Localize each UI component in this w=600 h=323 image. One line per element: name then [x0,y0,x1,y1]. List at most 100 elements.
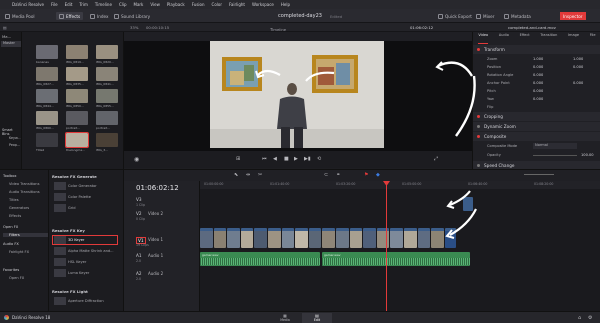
transform-y-value[interactable]: 0.000 [573,81,583,85]
opacity-slider[interactable] [533,155,577,156]
inspector-tab-transition[interactable]: Transition [540,33,557,44]
track-header[interactable]: A1 Audio 1 2.0 [124,251,200,265]
composite-mode-select[interactable]: Normal [533,143,577,149]
video-clip[interactable] [281,228,295,248]
link-icon[interactable]: ⚭ [336,172,340,178]
video-clip[interactable] [254,228,267,248]
fx-item[interactable]: Luma Keyer [68,271,89,275]
fx-item[interactable]: Aperture Diffraction [68,299,104,303]
fx-audiofx[interactable]: Audio FX [3,242,19,246]
menu-timeline[interactable]: Timeline [95,2,112,7]
media-clip-thumbnail[interactable] [36,89,58,103]
disabled-dot-icon[interactable] [477,164,480,167]
mixer-button[interactable]: Mixer [476,12,494,20]
bin-master[interactable]: Master [1,41,21,47]
zoom-slider[interactable] [524,174,554,175]
video-clip[interactable] [200,228,213,248]
video-clip[interactable] [227,228,240,248]
inspector-tab-effect[interactable]: Effect [520,33,530,44]
menu-trim[interactable]: Trim [79,2,88,7]
media-clip-thumbnail[interactable] [66,45,88,59]
composite-section[interactable]: Composite [473,132,600,141]
quick-export-button[interactable]: Quick Export [438,12,472,20]
audio-clip-2[interactable]: gamer.wav [322,252,470,266]
track-id[interactable]: A1 [136,253,142,258]
fullscreen-icon[interactable]: ⤢ [434,156,438,162]
track-header[interactable]: V1 Video 1 19 Clips [124,235,200,249]
fx-fairlightfx[interactable]: Fairlight FX [9,250,29,254]
video-clip[interactable] [363,228,376,248]
fx-toolbox[interactable]: Toolbox [3,174,16,178]
media-clip-thumbnail[interactable] [96,111,118,125]
metadata-button[interactable]: Metadata [504,12,531,20]
audio-clip-1[interactable]: gamer.wav [200,252,320,266]
video-clip[interactable] [322,228,335,248]
media-clip-thumbnail[interactable] [66,89,88,103]
transform-y-value[interactable]: 0.000 [573,65,583,69]
smart-bin-keywords[interactable]: Keyw... [9,136,21,140]
video-clip[interactable] [308,228,322,248]
transform-x-value[interactable]: 0.000 [533,73,543,77]
blade-tool-icon[interactable]: ✂ [258,172,262,178]
viewer[interactable] [124,41,472,151]
fx-openfx[interactable]: Open FX [3,225,18,229]
fx-filters[interactable]: Filters [3,233,48,237]
transform-x-value[interactable]: 0.000 [533,65,543,69]
media-clip-thumbnail[interactable] [96,45,118,59]
menu-edit[interactable]: Edit [65,2,73,7]
media-clip-thumbnail[interactable] [36,45,58,59]
menu-mark[interactable]: Mark [134,2,144,7]
transform-x-value[interactable]: 0.000 [533,97,543,101]
viewer-options-icon[interactable]: ◉ [134,156,139,163]
cropping-section[interactable]: Cropping [473,112,600,121]
transform-x-value[interactable]: 0.000 [533,89,543,93]
media-clip-thumbnail[interactable] [96,67,118,81]
fx-item[interactable]: HSL Keyer [68,260,86,264]
opacity-value[interactable]: 100.00 [581,153,594,157]
trim-tool-icon[interactable]: ⇹ [246,172,250,178]
menu-color[interactable]: Color [212,2,222,7]
play-icon[interactable]: ▶ [294,156,298,162]
menu-fusion[interactable]: Fusion [192,2,205,7]
video-clip[interactable] [336,228,349,248]
video-clip[interactable] [240,228,254,248]
inspector-tab-image[interactable]: Image [568,33,579,44]
match-frame-icon[interactable]: ⊞ [236,156,240,162]
menu-workspace[interactable]: Workspace [252,2,274,7]
loop-icon[interactable]: ⟲ [317,156,321,162]
fx-item[interactable]: Color Generator [68,184,97,188]
fx-favorites-item[interactable]: Open FX [9,276,24,280]
selection-tool-icon[interactable]: ⬉ [234,172,238,178]
smart-bin-people[interactable]: Peop... [9,143,20,147]
track-header[interactable]: V3 1 Clip [124,195,200,209]
fx-generators[interactable]: Generators [9,206,29,210]
fx-item[interactable]: Alpha Matte Shrink and... [68,249,114,253]
flag-icon[interactable]: ⚑ [364,172,368,178]
video-clip[interactable] [349,228,363,248]
fx-effects[interactable]: Effects [9,214,21,218]
fx-item[interactable]: 3D Keyer [68,238,84,242]
settings-gear-icon[interactable]: ⚙ [588,315,592,321]
timeline-tracks[interactable]: 01:00:00:00 01:01:40:00 01:03:20:00 01:05:0… [200,181,600,312]
fx-video-transitions[interactable]: Video Transitions [9,182,39,186]
fx-favorites[interactable]: Favorites [3,268,19,272]
step-back-icon[interactable]: ◀ [273,156,277,162]
go-to-start-icon[interactable]: ⏮ [262,156,267,162]
media-clip-thumbnail[interactable] [96,89,118,103]
list-view-icon[interactable]: ▤ [3,25,7,30]
page-media[interactable]: ▦ Media [270,313,300,323]
video-clip[interactable] [268,228,281,248]
transform-x-value[interactable]: 0.000 [533,81,543,85]
track-header[interactable]: V2 Video 20 Clip [124,209,200,223]
snapping-icon[interactable]: ⊂ [324,172,328,178]
media-clip-thumbnail[interactable] [36,133,58,147]
media-clip-thumbnail[interactable] [66,111,88,125]
page-edit[interactable]: ▤ Edit [302,313,332,323]
transform-x-value[interactable]: 1.000 [533,57,543,61]
inspector-tab-audio[interactable]: Audio [499,33,509,44]
menu-file[interactable]: File [51,2,58,7]
transform-y-value[interactable]: 1.000 [573,57,583,61]
inspector-button[interactable]: Inspector [560,12,586,20]
menu-view[interactable]: View [150,2,160,7]
video-clip[interactable] [213,228,227,248]
